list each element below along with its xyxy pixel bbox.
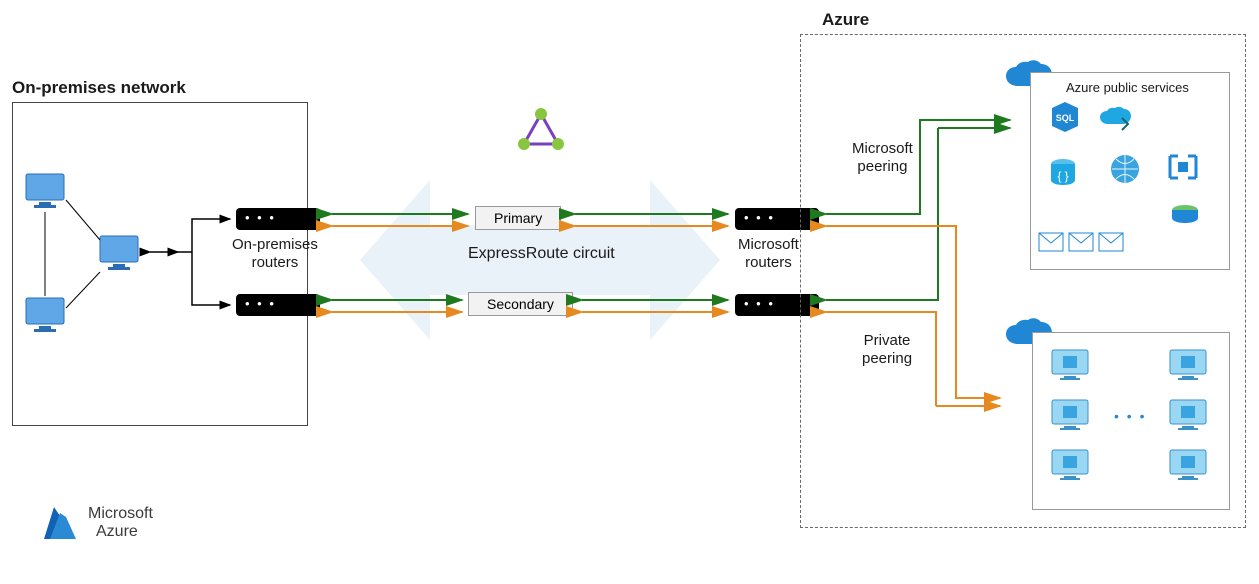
mail-icon <box>1098 232 1124 252</box>
bracket-box-icon <box>1166 150 1200 184</box>
disk-icon <box>1168 198 1202 232</box>
brand-line1: Microsoft <box>88 505 153 523</box>
vm-icon <box>1168 348 1208 382</box>
azure-logo-icon <box>40 503 80 543</box>
svg-text:SQL: SQL <box>1056 113 1075 123</box>
vm-icon <box>1050 448 1090 482</box>
braces-icon: { } <box>1046 156 1080 190</box>
azure-logo: Microsoft Azure <box>40 503 153 543</box>
brand-line2: Azure <box>88 523 153 541</box>
vm-icon <box>1168 448 1208 482</box>
cloud-service-icon <box>1098 104 1132 138</box>
svg-text:{ }: { } <box>1057 169 1068 183</box>
mail-icon <box>1068 232 1094 252</box>
sql-icon: SQL <box>1048 100 1082 134</box>
vm-icon <box>1050 348 1090 382</box>
public-services-label: Azure public services <box>1066 80 1189 96</box>
globe-icon <box>1108 152 1142 186</box>
mail-icon <box>1038 232 1064 252</box>
vm-icon <box>1168 398 1208 432</box>
ellipsis-icon: • • • <box>1114 408 1146 424</box>
vm-icon <box>1050 398 1090 432</box>
